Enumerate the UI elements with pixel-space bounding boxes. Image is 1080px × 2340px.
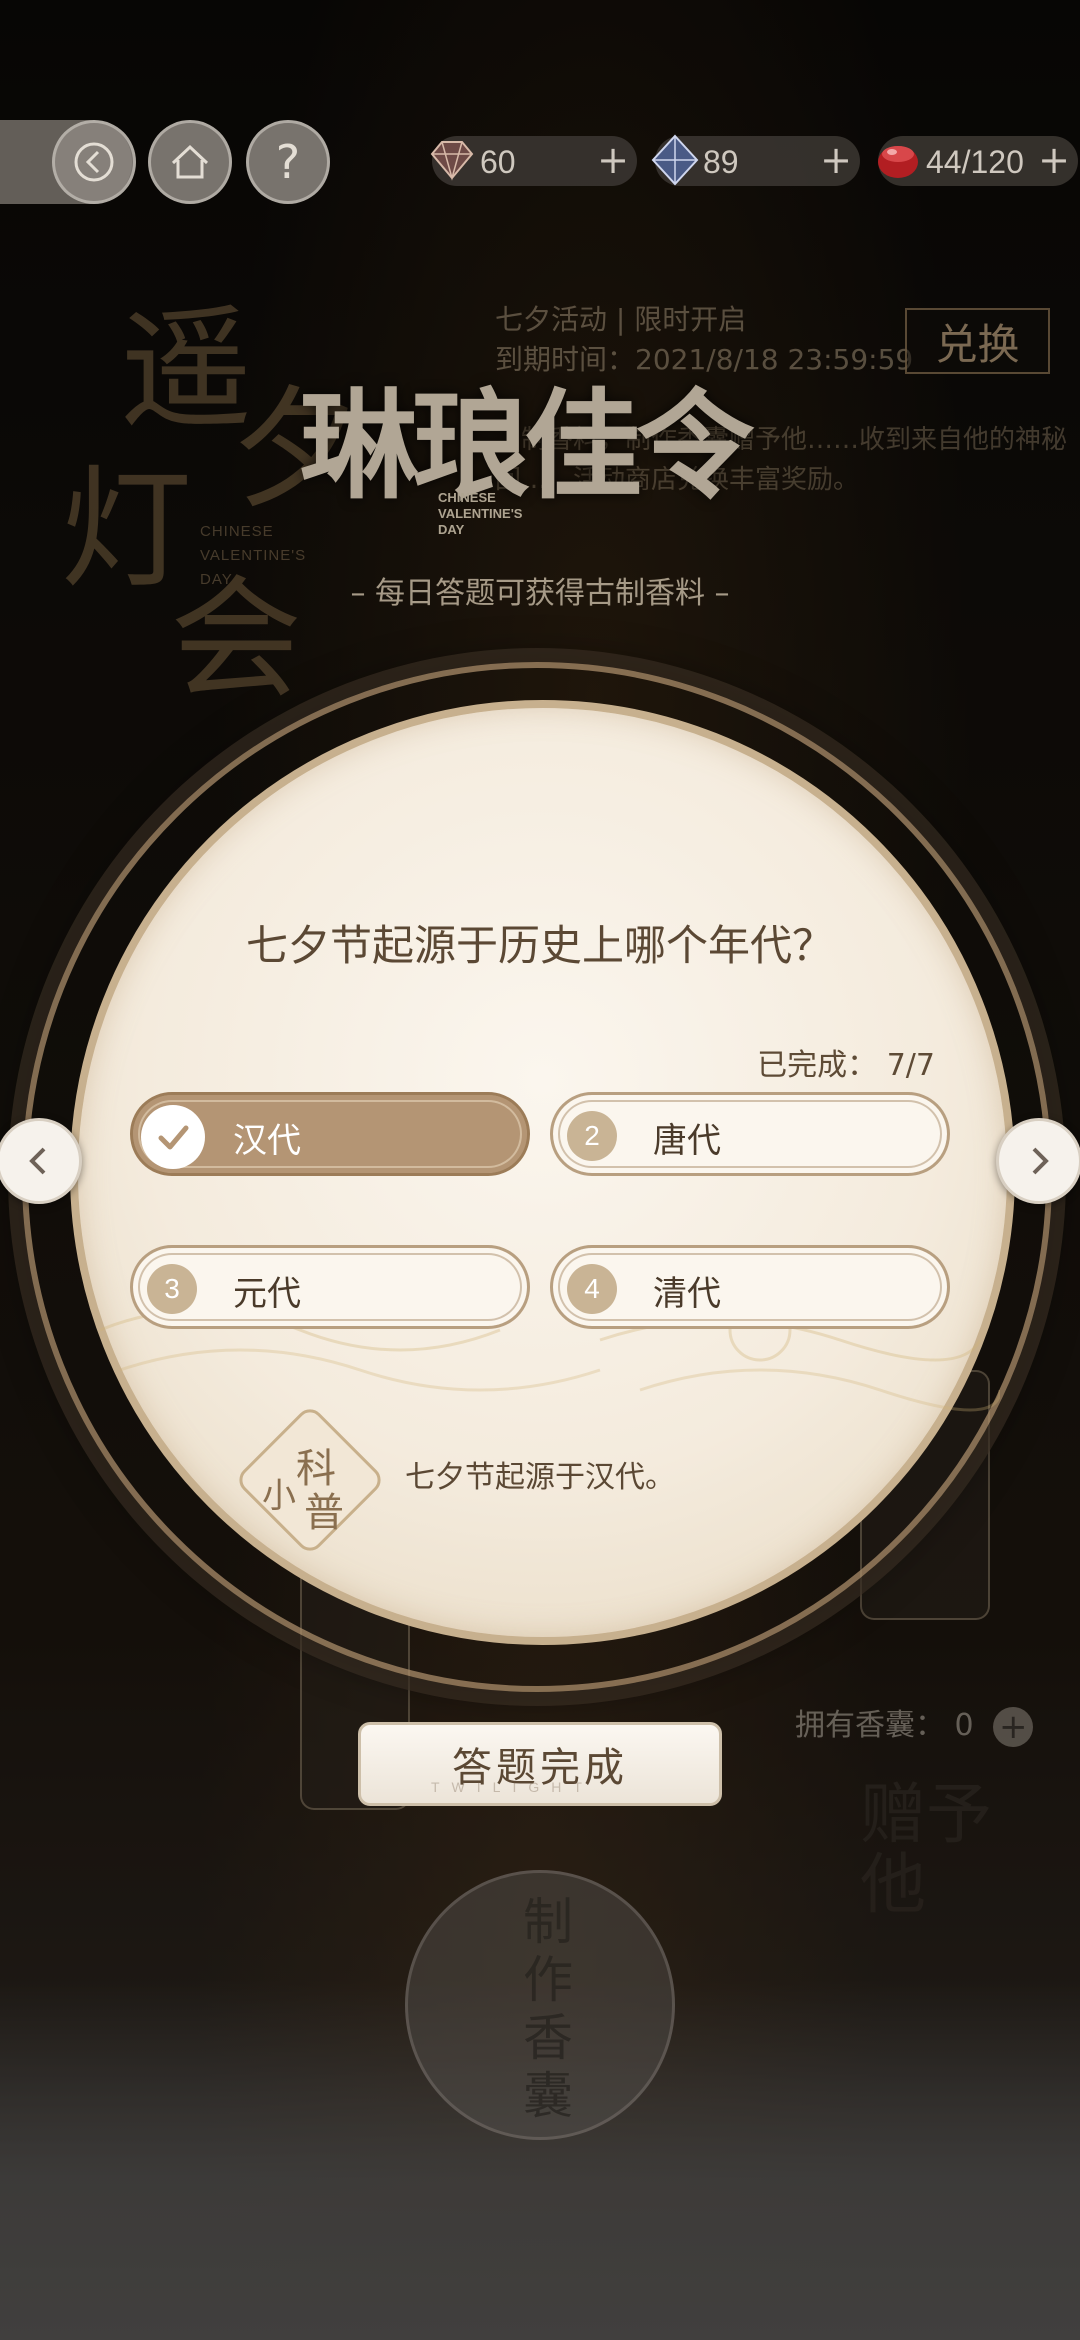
add-gem-button[interactable]: + bbox=[597, 138, 629, 182]
stamina-value: 44/120 bbox=[926, 144, 1024, 180]
answer-option-1[interactable]: 汉代 bbox=[130, 1092, 530, 1176]
currency-stamina: 44/120 + bbox=[878, 136, 1078, 186]
help-icon: ? bbox=[275, 135, 301, 189]
add-crystal-button[interactable]: + bbox=[820, 138, 852, 182]
home-button[interactable] bbox=[148, 120, 232, 204]
option-number: 3 bbox=[147, 1264, 197, 1314]
help-button[interactable]: ? bbox=[246, 120, 330, 204]
next-question-button[interactable] bbox=[996, 1118, 1080, 1204]
gem-value: 60 bbox=[480, 144, 516, 180]
checkmark-icon bbox=[141, 1105, 205, 1169]
chevron-right-icon bbox=[1032, 1147, 1049, 1175]
trivia-text: 七夕节起源于汉代。 bbox=[405, 1460, 675, 1495]
crystal-icon bbox=[651, 134, 699, 186]
answer-option-3[interactable]: 3 元代 bbox=[130, 1245, 530, 1329]
option-label: 清代 bbox=[653, 1274, 721, 1314]
answer-option-2[interactable]: 2 唐代 bbox=[550, 1092, 950, 1176]
top-bar: ? 60 + 89 + 44/120 + bbox=[0, 120, 1080, 204]
previous-question-button[interactable] bbox=[0, 1118, 82, 1204]
gem-icon bbox=[430, 141, 474, 181]
stamina-icon bbox=[878, 146, 918, 178]
chevron-left-icon bbox=[29, 1147, 46, 1175]
trivia-badge: 小 科 普 bbox=[233, 1403, 387, 1557]
quiz-done-button[interactable]: 答题完成 TWILIGHT bbox=[358, 1722, 722, 1806]
option-label: 元代 bbox=[233, 1274, 301, 1314]
done-button-watermark: TWILIGHT bbox=[431, 1779, 594, 1795]
back-button[interactable] bbox=[52, 120, 136, 204]
quiz-progress: 已完成： 7/7 bbox=[757, 1040, 935, 1084]
progress-value: 7/7 bbox=[886, 1048, 935, 1083]
option-number: 4 bbox=[567, 1264, 617, 1314]
home-icon bbox=[171, 144, 209, 179]
quiz-question: 七夕节起源于历史上哪个年代？ bbox=[245, 921, 834, 970]
answer-option-4[interactable]: 4 清代 bbox=[550, 1245, 950, 1329]
back-arrow-icon bbox=[74, 142, 114, 182]
option-number: 2 bbox=[567, 1111, 617, 1161]
progress-label: 已完成： bbox=[757, 1048, 878, 1083]
currency-crystal: 89 + bbox=[651, 134, 860, 186]
trivia-badge-char: 小 bbox=[262, 1476, 296, 1516]
option-label: 唐代 bbox=[653, 1121, 721, 1161]
option-label: 汉代 bbox=[233, 1121, 301, 1161]
add-stamina-button[interactable]: + bbox=[1038, 138, 1070, 182]
trivia-badge-char: 普 bbox=[304, 1490, 344, 1536]
currency-gem: 60 + bbox=[430, 136, 637, 186]
crystal-value: 89 bbox=[703, 144, 739, 180]
